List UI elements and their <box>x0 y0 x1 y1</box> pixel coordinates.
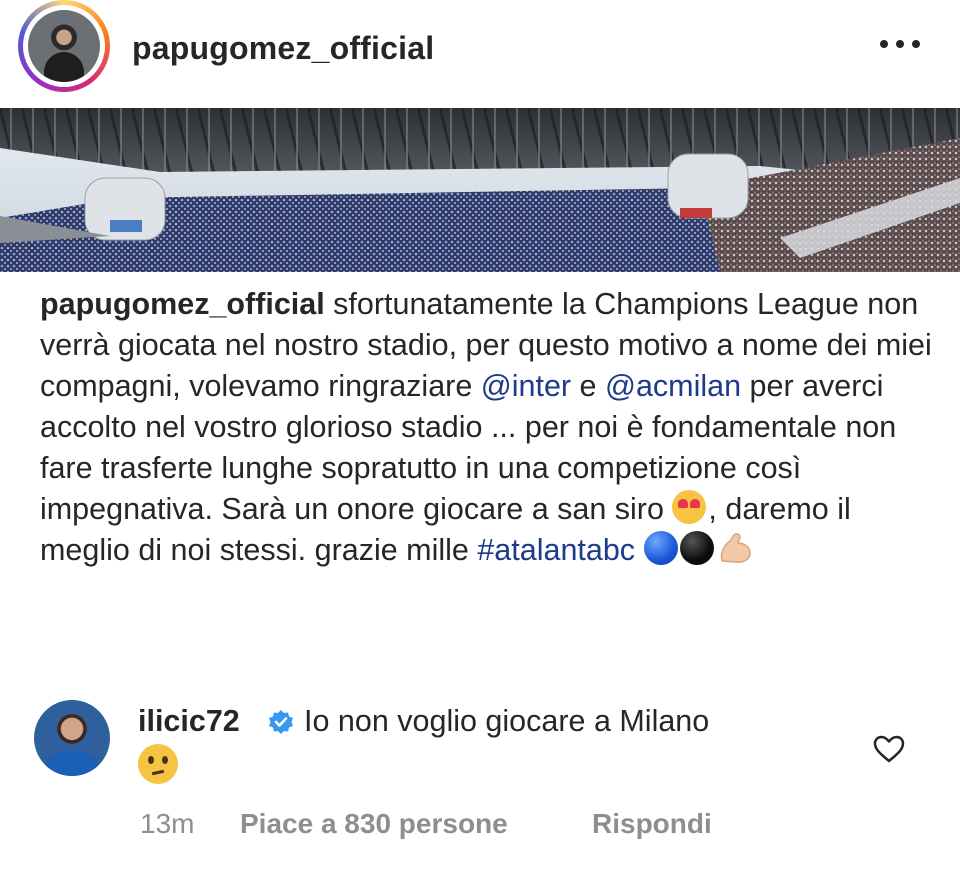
post-caption: papugomez_official sfortunatamente la Ch… <box>40 284 940 571</box>
story-ring[interactable] <box>18 0 110 92</box>
more-options-icon[interactable] <box>880 32 924 52</box>
hashtag-atalantabc[interactable]: #atalantabc <box>477 533 635 567</box>
heart-eyes-emoji-icon <box>672 490 707 524</box>
comment-username[interactable]: ilicic72 <box>138 704 240 739</box>
comment-likes-link[interactable]: Piace a 830 persone <box>240 808 508 840</box>
black-circle-emoji-icon <box>679 531 714 565</box>
post-header: papugomez_official <box>0 0 960 108</box>
flexed-biceps-emoji-icon <box>716 531 754 565</box>
post-username[interactable]: papugomez_official <box>132 30 434 67</box>
mention-inter[interactable]: @inter <box>481 369 571 403</box>
stadium-image <box>0 108 960 272</box>
comment-timestamp: 13m <box>140 808 195 839</box>
verified-badge-icon <box>269 710 293 734</box>
commenter-avatar[interactable] <box>34 700 110 776</box>
like-heart-icon[interactable] <box>872 734 906 764</box>
profile-avatar <box>28 10 100 82</box>
comment-row: ilicic72 Io non voglio giocare a Milano … <box>0 690 960 876</box>
caption-username[interactable]: papugomez_official <box>40 287 325 321</box>
caption-text-2: e <box>571 369 605 403</box>
post-image-stadium[interactable] <box>0 108 960 272</box>
comment-text: Io non voglio giocare a Milano <box>304 704 710 738</box>
blue-circle-emoji-icon <box>643 531 678 565</box>
thinking-face-emoji-icon <box>138 744 178 784</box>
reply-button[interactable]: Rispondi <box>592 808 712 840</box>
mention-acmilan[interactable]: @acmilan <box>605 369 741 403</box>
